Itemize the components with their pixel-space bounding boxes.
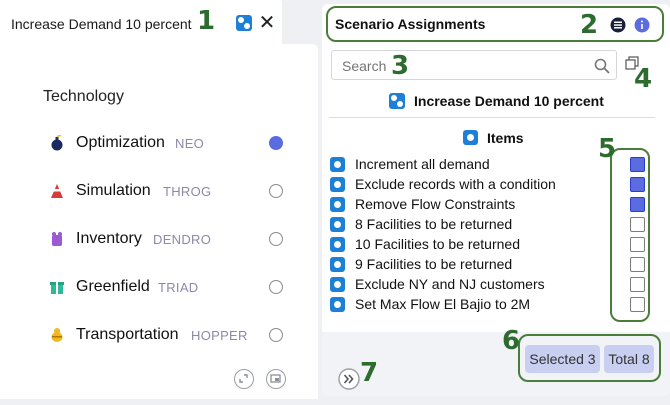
callout-6: 6	[502, 326, 521, 356]
technology-heading: Technology	[43, 88, 124, 105]
tech-radio[interactable]	[269, 184, 283, 198]
ninja-icon	[51, 184, 63, 198]
tech-row-simulation[interactable]: Simulation THROG	[0, 177, 318, 207]
item-label: Increment all demand	[355, 156, 490, 172]
panel-title: Scenario Assignments	[335, 16, 486, 32]
tech-code: HOPPER	[191, 328, 248, 343]
search-icon[interactable]	[594, 58, 610, 74]
tech-radio[interactable]	[269, 280, 283, 294]
bomb-icon	[51, 135, 63, 151]
item-checkbox[interactable]	[630, 217, 645, 232]
tech-name: Greenfield	[76, 278, 150, 295]
scenario-name: Increase Demand 10 percent	[414, 93, 604, 109]
scenario-icon	[236, 15, 252, 31]
item-icon	[330, 157, 345, 172]
tech-row-transportation[interactable]: Transportation HOPPER	[0, 321, 318, 351]
items-icon	[463, 130, 478, 145]
tech-name: Optimization	[76, 134, 165, 151]
item-label: Remove Flow Constraints	[355, 196, 516, 212]
scenario-tab-title: Increase Demand 10 percent	[11, 16, 192, 32]
scenario-assignments-panel: Scenario Assignments 2 3 4 Increase Dema…	[322, 4, 670, 396]
info-icon[interactable]	[634, 17, 650, 33]
total-count-badge[interactable]: Total 8	[604, 345, 654, 373]
technology-panel: Technology Optimization NEO Simulation T…	[0, 44, 318, 399]
list-item[interactable]: Exclude NY and NJ customers	[330, 274, 645, 294]
callout-1: 1	[197, 6, 216, 36]
item-label: Exclude records with a condition	[355, 176, 556, 192]
expand-panel-icon[interactable]	[338, 368, 360, 390]
selected-count-badge[interactable]: Selected 3	[525, 345, 600, 373]
callout-7: 7	[360, 358, 379, 388]
list-item[interactable]: Set Max Flow El Bajio to 2M	[330, 294, 645, 314]
tech-name: Inventory	[76, 230, 142, 247]
item-checkbox[interactable]	[630, 237, 645, 252]
item-icon	[330, 297, 345, 312]
tech-row-greenfield[interactable]: Greenfield TRIAD	[0, 273, 318, 303]
tech-code: TRIAD	[158, 280, 199, 295]
tech-row-inventory[interactable]: Inventory DENDRO	[0, 225, 318, 255]
tech-code: THROG	[163, 184, 212, 199]
list-item[interactable]: Remove Flow Constraints	[330, 194, 645, 214]
callout-4: 4	[634, 64, 653, 94]
item-checkbox[interactable]	[630, 197, 645, 212]
bee-icon	[51, 328, 63, 342]
close-icon[interactable]: ✕	[258, 13, 276, 33]
list-item[interactable]: 9 Facilities to be returned	[330, 254, 645, 274]
item-checkbox[interactable]	[630, 257, 645, 272]
item-icon	[330, 237, 345, 252]
tech-radio[interactable]	[269, 232, 283, 246]
scenario-icon	[389, 93, 405, 109]
stump-icon	[52, 232, 62, 246]
item-icon	[330, 217, 345, 232]
item-checkbox[interactable]	[630, 297, 645, 312]
tech-name: Simulation	[76, 182, 151, 199]
item-label: 9 Facilities to be returned	[355, 256, 513, 272]
item-checkbox[interactable]	[630, 277, 645, 292]
divider	[329, 117, 655, 118]
search-input[interactable]	[340, 57, 584, 75]
item-icon	[330, 257, 345, 272]
tech-code: NEO	[175, 136, 205, 151]
item-icon	[330, 197, 345, 212]
item-label: 8 Facilities to be returned	[355, 216, 513, 232]
list-item[interactable]: 10 Facilities to be returned	[330, 234, 645, 254]
list-item[interactable]: 8 Facilities to be returned	[330, 214, 645, 234]
item-label: Exclude NY and NJ customers	[355, 276, 545, 292]
item-label: 10 Facilities to be returned	[355, 236, 520, 252]
list-item[interactable]: Exclude records with a condition	[330, 174, 645, 194]
item-checkbox[interactable]	[630, 177, 645, 192]
expand-icon[interactable]	[234, 369, 254, 389]
picture-in-picture-icon[interactable]	[266, 369, 286, 389]
list-icon[interactable]	[610, 17, 626, 33]
tech-radio[interactable]	[269, 136, 283, 150]
callout-2: 2	[580, 10, 599, 40]
callout-3: 3	[391, 51, 410, 81]
list-item[interactable]: Increment all demand	[330, 154, 645, 174]
item-icon	[330, 177, 345, 192]
gift-icon	[50, 282, 64, 294]
tech-name: Transportation	[76, 326, 179, 343]
items-heading: Items	[487, 130, 524, 146]
tech-code: DENDRO	[153, 232, 212, 247]
scenario-tab[interactable]: Increase Demand 10 percent 1 ✕	[0, 0, 282, 44]
tech-radio[interactable]	[269, 328, 283, 342]
item-icon	[330, 277, 345, 292]
tech-row-optimization[interactable]: Optimization NEO	[0, 129, 318, 159]
item-checkbox[interactable]	[630, 157, 645, 172]
search-box[interactable]	[331, 50, 617, 80]
item-label: Set Max Flow El Bajio to 2M	[355, 296, 531, 312]
